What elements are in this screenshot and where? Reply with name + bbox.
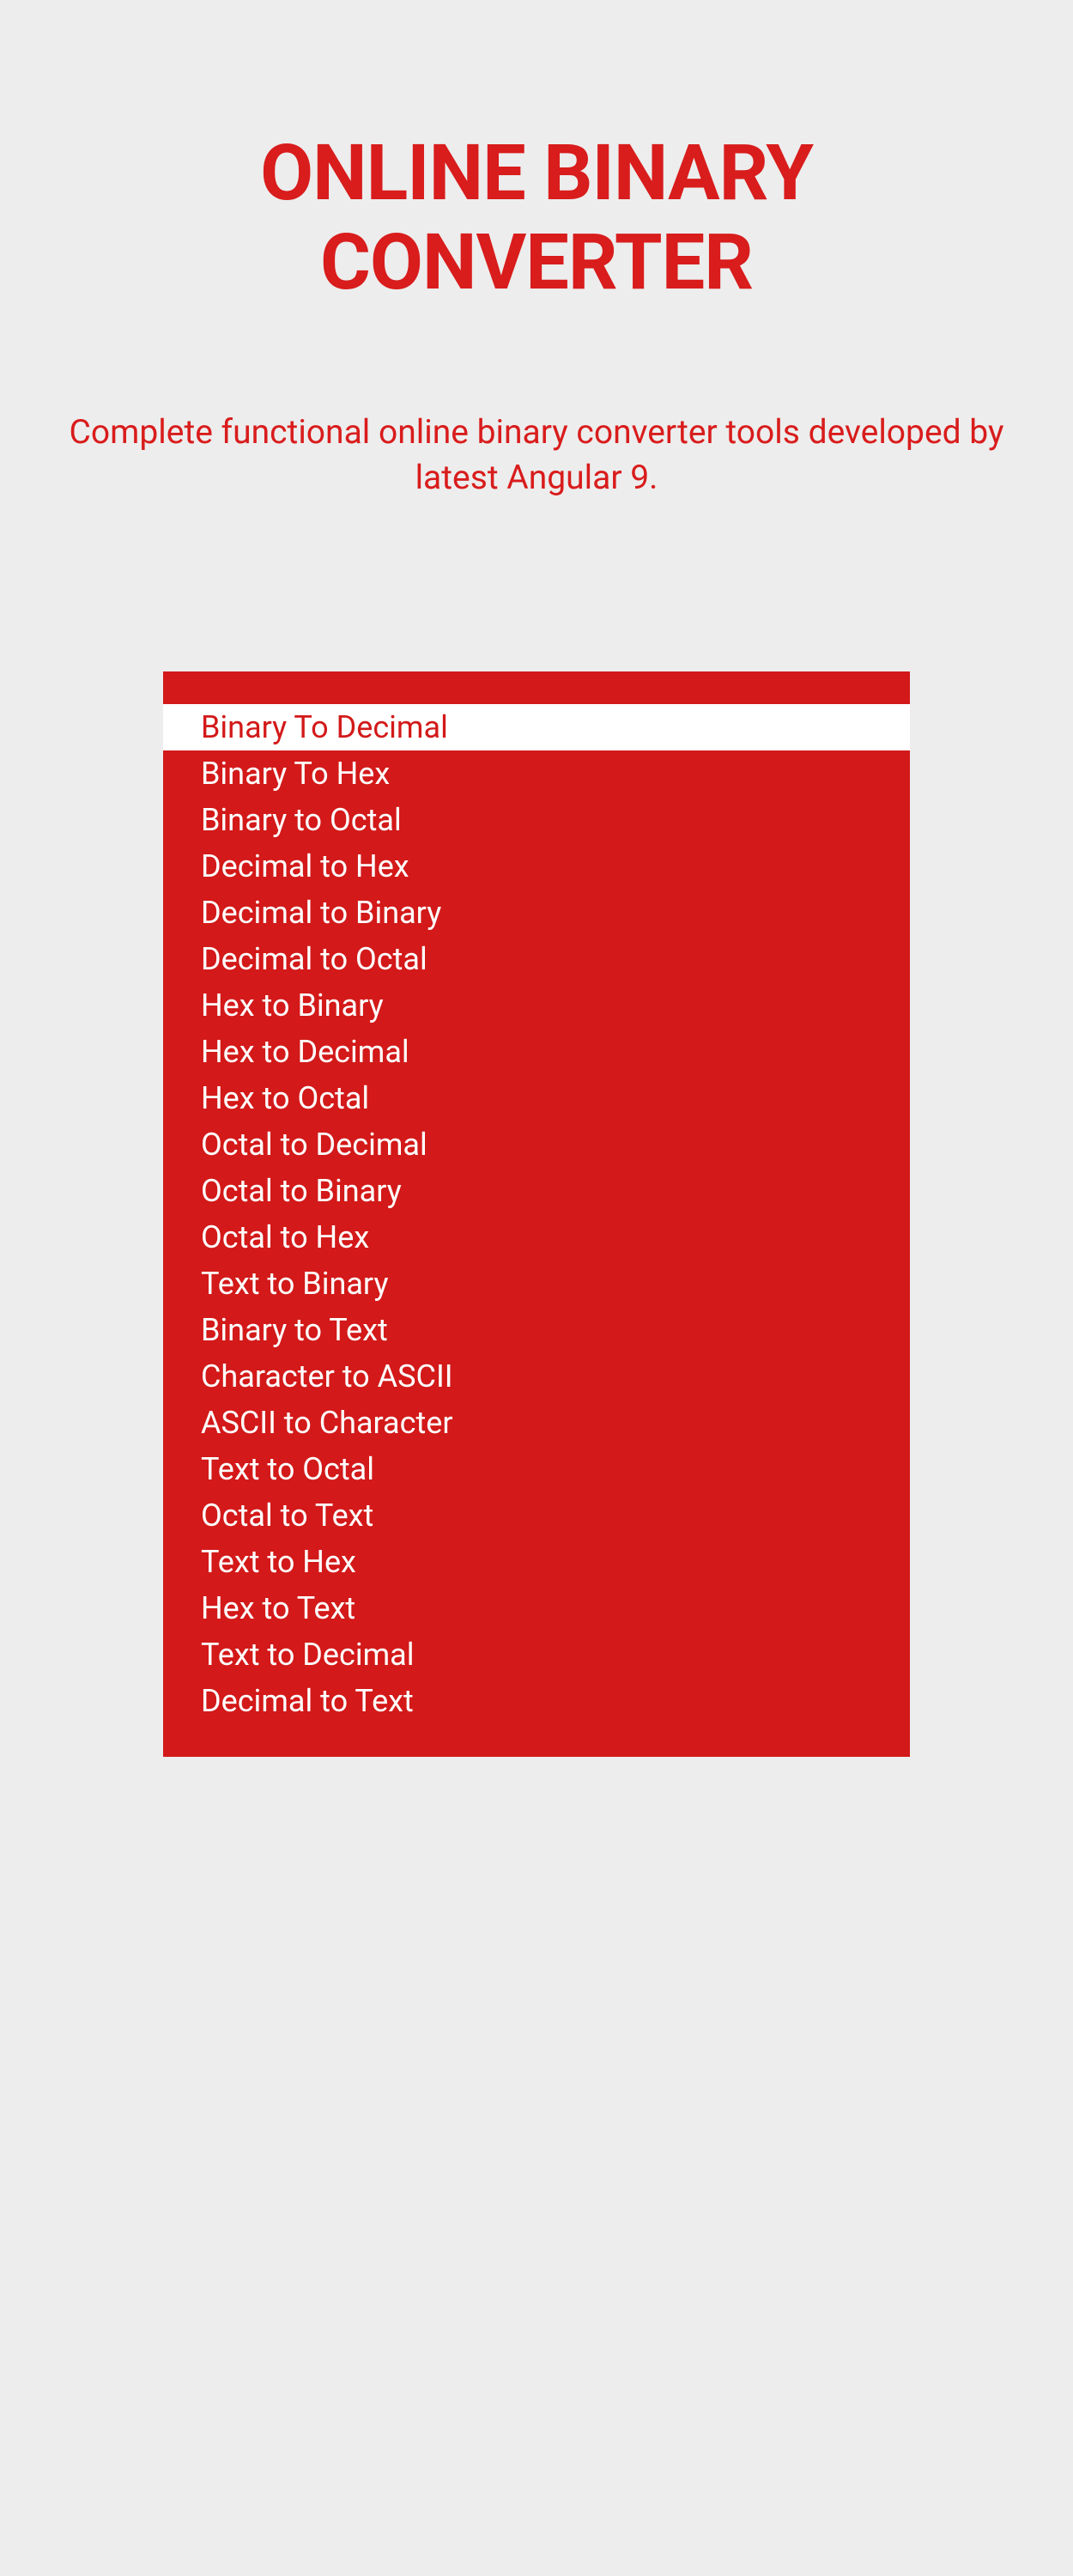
menu-item[interactable]: Octal to Decimal [163, 1121, 910, 1168]
menu-item[interactable]: Octal to Text [163, 1492, 910, 1539]
menu-item[interactable]: Binary To Decimal [163, 704, 910, 750]
menu-item[interactable]: Binary to Text [163, 1307, 910, 1353]
menu-item[interactable]: Hex to Decimal [163, 1029, 910, 1075]
menu-item[interactable]: Decimal to Octal [163, 936, 910, 982]
menu-item[interactable]: ASCII to Character [163, 1400, 910, 1446]
menu-item[interactable]: Text to Octal [163, 1446, 910, 1492]
menu-item[interactable]: Text to Hex [163, 1539, 910, 1585]
title-line-1: ONLINE BINARY [260, 128, 813, 218]
menu-item[interactable]: Binary to Octal [163, 797, 910, 843]
converter-menu-panel: Binary To DecimalBinary To HexBinary to … [163, 671, 910, 1757]
menu-item[interactable]: Text to Binary [163, 1261, 910, 1307]
page-subtitle: Complete functional online binary conver… [52, 410, 1021, 500]
menu-item[interactable]: Hex to Binary [163, 982, 910, 1029]
menu-item[interactable]: Decimal to Binary [163, 890, 910, 936]
menu-item[interactable]: Decimal to Text [163, 1678, 910, 1724]
menu-item[interactable]: Character to ASCII [163, 1353, 910, 1400]
title-line-2: CONVERTER [320, 217, 753, 307]
menu-item[interactable]: Decimal to Hex [163, 843, 910, 890]
page-title: ONLINE BINARY CONVERTER [52, 129, 1021, 307]
menu-item[interactable]: Binary To Hex [163, 750, 910, 797]
menu-item[interactable]: Text to Decimal [163, 1631, 910, 1678]
converter-menu: Binary To DecimalBinary To HexBinary to … [163, 704, 910, 1724]
menu-item[interactable]: Octal to Hex [163, 1214, 910, 1261]
menu-item[interactable]: Hex to Octal [163, 1075, 910, 1121]
menu-item[interactable]: Hex to Text [163, 1585, 910, 1631]
menu-item[interactable]: Octal to Binary [163, 1168, 910, 1214]
page-root: ONLINE BINARY CONVERTER Complete functio… [0, 0, 1073, 1757]
